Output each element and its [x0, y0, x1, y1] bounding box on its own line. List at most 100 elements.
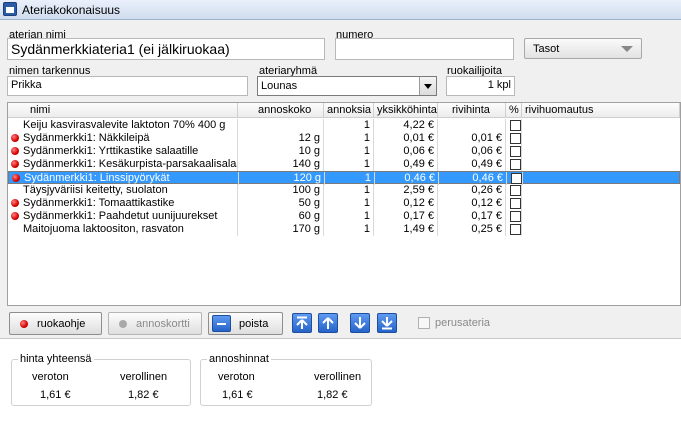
ruokailijoita-input[interactable]: 1 kpl: [446, 76, 515, 96]
ateriaryhma-select[interactable]: Lounas: [257, 76, 437, 96]
hinta-verollinen-value: 1,82 €: [128, 389, 159, 401]
ruokaohje-button[interactable]: ruokaohje: [9, 312, 102, 335]
cell-nimi: Sydänmerkki1: Tomaattikastike: [8, 197, 238, 210]
dropdown-arrow-icon[interactable]: [419, 77, 436, 95]
cell-annoskoko: 10 g: [238, 145, 324, 158]
minus-icon: [212, 315, 231, 332]
table-row[interactable]: Sydänmerkki1: Näkkileipä 12 g 1 0,01 €0,01 …: [8, 132, 680, 145]
hinta-veroton-value: 1,61 €: [40, 389, 71, 401]
table-row[interactable]: Sydänmerkki1: Kesäkurpista-parsakaalisal…: [8, 158, 680, 171]
cell-rivihinta: 0,06 €: [438, 145, 506, 158]
move-up-icon[interactable]: [318, 313, 338, 333]
row-percent-checkbox[interactable]: [510, 159, 521, 170]
cell-annoksia: 1: [324, 197, 374, 210]
cell-yksikkohinta: 0,06 €: [374, 145, 438, 158]
move-to-bottom-icon[interactable]: [377, 313, 397, 333]
cell-nimi: Sydänmerkki1: Yrttikastike salaatille: [8, 145, 238, 158]
annoshinnat-title: annoshinnat: [207, 353, 271, 365]
nimen-tarkennus-input[interactable]: Prikka: [7, 76, 248, 96]
annoshinnat-group: annoshinnat veroton verollinen 1,61 € 1,…: [200, 353, 372, 406]
ruokaohje-label: ruokaohje: [37, 318, 86, 330]
poista-button[interactable]: poista: [208, 312, 283, 335]
col-header-nimi[interactable]: nimi: [8, 103, 238, 118]
window-icon: [3, 2, 17, 16]
col-header-annoskoko[interactable]: annoskoko: [238, 103, 324, 118]
row-percent-checkbox[interactable]: [510, 198, 521, 209]
cell-yksikkohinta: 1,49 €: [374, 223, 438, 236]
cell-yksikkohinta: 2,59 €: [374, 184, 438, 197]
col-header-yksikkohinta[interactable]: yksikköhinta: [374, 103, 438, 118]
table-row[interactable]: Sydänmerkki1: Paahdetut uunijuurekset 60 …: [8, 210, 680, 223]
cell-yksikkohinta: 0,49 €: [374, 158, 438, 171]
cell-annoskoko: 140 g: [238, 158, 324, 171]
perusateria-checkbox[interactable]: [418, 317, 430, 329]
cell-annoksia: 1: [324, 132, 374, 145]
cell-yksikkohinta: 0,17 €: [374, 210, 438, 223]
cell-rivihinta: 0,17 €: [438, 210, 506, 223]
row-percent-checkbox[interactable]: [510, 211, 521, 222]
annos-veroton-value: 1,61 €: [222, 389, 253, 401]
cell-rivihinta: 0,49 €: [438, 158, 506, 171]
move-to-top-icon[interactable]: [292, 313, 312, 333]
cell-rivihinta: 0,12 €: [438, 197, 506, 210]
table-row[interactable]: Täysjyväriisi keitetty, suolaton 100 g 1 2,…: [8, 184, 680, 197]
numero-input[interactable]: [335, 38, 514, 60]
cell-annoksia: 1: [324, 119, 374, 132]
table-row[interactable]: Keiju kasvirasvalevite laktoton 70% 400 …: [8, 119, 680, 132]
row-percent-checkbox[interactable]: [510, 120, 521, 131]
cell-yksikkohinta: 4,22 €: [374, 119, 438, 132]
cell-nimi: Täysjyväriisi keitetty, suolaton: [8, 184, 238, 197]
row-percent-checkbox[interactable]: [510, 146, 521, 157]
cell-nimi: Sydänmerkki1: Kesäkurpista-parsakaalisal…: [8, 158, 238, 171]
row-percent-checkbox[interactable]: [510, 224, 521, 235]
tasot-dropdown[interactable]: Tasot: [524, 38, 642, 59]
cell-annoksia: 1: [324, 158, 374, 171]
chevron-down-icon: [621, 46, 633, 52]
annos-veroton-label: veroton: [218, 371, 255, 383]
cell-annoskoko: 50 g: [238, 197, 324, 210]
cell-annoksia: 1: [324, 223, 374, 236]
row-percent-checkbox[interactable]: [510, 185, 521, 196]
annos-verollinen-value: 1,82 €: [317, 389, 348, 401]
col-header-annoksia[interactable]: annoksia: [324, 103, 374, 118]
heart-mark-icon: [11, 134, 19, 142]
heart-mark-icon: [12, 174, 20, 182]
hinta-veroton-label: veroton: [32, 371, 69, 383]
table-row[interactable]: Sydänmerkki1: Yrttikastike salaatille 10 …: [8, 145, 680, 158]
cell-annoskoko: 60 g: [238, 210, 324, 223]
col-header-rivihinta[interactable]: rivihinta: [438, 103, 506, 118]
cell-rivihinta: 0,26 €: [438, 184, 506, 197]
annos-verollinen-label: verollinen: [314, 371, 362, 383]
table-row[interactable]: Maitojuoma laktoositon, rasvaton 170 g 1 1,…: [8, 223, 680, 236]
col-header-percent[interactable]: %: [506, 103, 522, 118]
heart-mark-icon: [11, 212, 19, 220]
cell-annoskoko: [238, 119, 324, 132]
tasot-label: Tasot: [533, 43, 560, 55]
col-header-rivihuomautus[interactable]: rivihuomautus: [522, 103, 680, 118]
cell-nimi: Maitojuoma laktoositon, rasvaton: [8, 223, 238, 236]
row-percent-checkbox[interactable]: [511, 173, 522, 184]
table-row[interactable]: Sydänmerkki1: Tomaattikastike 50 g 1 0,12 €…: [8, 197, 680, 210]
cell-nimi: Sydänmerkki1: Paahdetut uunijuurekset: [8, 210, 238, 223]
red-dot-icon: [20, 320, 28, 328]
annoskortti-button[interactable]: annoskortti: [108, 312, 202, 335]
cell-annoksia: 1: [324, 145, 374, 158]
perusateria-label: perusateria: [435, 317, 491, 329]
title-bar: Ateriakokonaisuus: [0, 0, 681, 20]
cell-annoskoko: 12 g: [238, 132, 324, 145]
table-row[interactable]: Sydänmerkki1: Linssipyörykät 120 g 1 0,46 €…: [8, 171, 680, 185]
cell-rivihinta: [438, 119, 506, 132]
totals-panel: hinta yhteensä veroton verollinen 1,61 €…: [0, 338, 681, 428]
cell-nimi: Sydänmerkki1: Näkkileipä: [8, 132, 238, 145]
cell-rivihinta: 0,25 €: [438, 223, 506, 236]
move-down-icon[interactable]: [350, 313, 370, 333]
cell-annoksia: 1: [324, 184, 374, 197]
meal-items-table[interactable]: nimi annoskoko annoksia yksikköhinta riv…: [7, 102, 681, 306]
aterian-nimi-input[interactable]: Sydänmerkkiateria1 (ei jälkiruokaa): [7, 38, 325, 60]
cell-annoskoko: 100 g: [238, 184, 324, 197]
cell-annoskoko: 170 g: [238, 223, 324, 236]
heart-mark-icon: [11, 147, 19, 155]
row-percent-checkbox[interactable]: [510, 133, 521, 144]
hinta-yhteensa-title: hinta yhteensä: [18, 353, 94, 365]
poista-label: poista: [239, 318, 269, 330]
